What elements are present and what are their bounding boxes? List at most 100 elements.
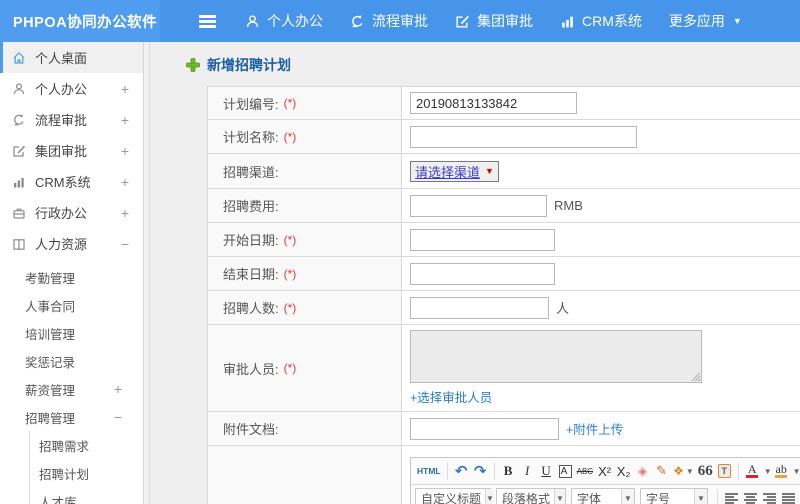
field-label: 计划名称: (*) (208, 120, 402, 153)
field-value (402, 87, 800, 119)
start-date-input[interactable] (410, 228, 555, 251)
sidebar-subitem-contracts[interactable]: 人事合同 (0, 291, 143, 319)
paste-icon[interactable]: T (717, 464, 731, 478)
topnav-personal-office[interactable]: 个人办公 (245, 11, 323, 31)
expand-plus-icon[interactable]: + (114, 381, 143, 397)
sidebar-item-personal-office[interactable]: 个人办公 + (0, 73, 143, 104)
approvers-textarea[interactable] (410, 330, 702, 383)
color-bar (746, 475, 759, 478)
font-family-dropdown[interactable]: 字体 ▼ (571, 487, 635, 504)
sidebar-item-workflow-approval[interactable]: 流程审批 + (0, 104, 143, 135)
font-color-button[interactable]: A (743, 461, 762, 482)
chevron-down-icon: ▼ (763, 466, 772, 476)
clear-format-icon[interactable]: ◈ (633, 461, 652, 482)
topnav-workflow-approval[interactable]: 流程审批 (350, 11, 428, 31)
select-approvers-link[interactable]: +选择审批人员 (410, 387, 492, 406)
attachment-input[interactable] (410, 417, 559, 440)
app-logo: PHPOA协同办公软件 (0, 0, 160, 42)
strikethrough-button[interactable]: ABC (575, 461, 595, 482)
underline-button[interactable]: U (537, 461, 556, 482)
form-row-plan-name: 计划名称: (*) (208, 120, 800, 154)
topnav-more-apps[interactable]: 更多应用 ▼ (669, 11, 742, 31)
align-left-icon (725, 492, 738, 504)
highlight-color-button[interactable]: ab (772, 461, 791, 482)
book-icon (12, 237, 28, 251)
format-painter-icon[interactable]: ❖ ▼ (671, 461, 696, 482)
undo-button[interactable]: ↶ (452, 461, 471, 482)
sidebar-item-admin-office[interactable]: 行政办公 + (0, 197, 143, 228)
fee-input[interactable] (410, 194, 547, 217)
topnav-group-approval[interactable]: 集团审批 (455, 11, 533, 31)
channel-select-value: 请选择渠道 (415, 164, 481, 180)
format-brush-icon[interactable]: ✎ (652, 461, 671, 482)
sidebar-subitem-talent-pool[interactable]: 人才库 (30, 487, 143, 504)
field-value: RMB (402, 189, 800, 222)
sidebar-subitem-recruit-plan[interactable]: 招聘计划 (30, 459, 143, 487)
align-justify-button[interactable] (779, 488, 798, 504)
recruitment-plan-form: 计划编号: (*) 计划名称: (*) 招聘渠道: 请选择渠道 (207, 86, 800, 504)
font-border-button[interactable]: A (558, 464, 572, 478)
superscript-button[interactable]: X² (595, 461, 614, 482)
sidebar-item-label: 集团审批 (35, 144, 88, 159)
form-row-channel: 招聘渠道: 请选择渠道 ▼ (208, 154, 800, 189)
form-row-fee: 招聘费用: RMB (208, 189, 800, 223)
topnav-label: 个人办公 (267, 13, 323, 29)
font-size-dropdown[interactable]: 字号 ▼ (640, 487, 708, 504)
sidebar-item-group-approval[interactable]: 集团审批 + (0, 135, 143, 166)
paragraph-format-dropdown[interactable]: 段落格式 ▼ (496, 487, 566, 504)
sidebar-subitem-recruit-demand[interactable]: 招聘需求 (30, 431, 143, 459)
field-value (402, 120, 800, 153)
expand-plus-icon[interactable]: + (121, 112, 129, 128)
required-mark: (*) (283, 266, 297, 281)
end-date-input[interactable] (410, 262, 555, 285)
redo-button[interactable]: ↷ (471, 461, 490, 482)
collapse-minus-icon[interactable]: − (114, 409, 143, 425)
expand-plus-icon[interactable]: + (121, 205, 129, 221)
sidebar-subitem-training[interactable]: 培训管理 (0, 319, 143, 347)
sidebar-subitem-attendance[interactable]: 考勤管理 (0, 263, 143, 291)
custom-title-dropdown[interactable]: 自定义标题 ▼ (415, 487, 494, 504)
form-row-attachment: 附件文档: +附件上传 (208, 412, 800, 446)
plan-name-input[interactable] (410, 125, 637, 148)
bold-button[interactable]: B (499, 461, 518, 482)
channel-select[interactable]: 请选择渠道 ▼ (410, 160, 499, 182)
field-value: 人 (402, 291, 800, 324)
expand-plus-icon[interactable]: + (121, 81, 129, 97)
align-right-button[interactable] (760, 488, 779, 504)
editor-toolbar-row1: HTML ↶ ↷ B I U A ABC X² X₂ ◈ ✎ ❖ ▼ 66 T … (411, 458, 800, 485)
sidebar-scrollbar[interactable] (143, 42, 150, 504)
subscript-button[interactable]: X₂ (614, 461, 633, 482)
briefcase-icon (12, 206, 28, 220)
form-row-start-date: 开始日期: (*) (208, 223, 800, 257)
sidebar-hr-submenu: 考勤管理 人事合同 培训管理 奖惩记录 薪资管理 + 招聘管理 − 招聘需求 招… (0, 259, 143, 504)
headcount-input[interactable] (410, 296, 549, 319)
expand-plus-icon[interactable]: + (121, 143, 129, 159)
topnav-crm-system[interactable]: CRM系统 (560, 11, 642, 31)
field-value: +选择审批人员 (402, 325, 800, 411)
sidebar-item-desktop[interactable]: 个人桌面 (0, 42, 143, 73)
expand-plus-icon[interactable]: + (121, 174, 129, 190)
plan-no-input[interactable] (410, 92, 577, 114)
hamburger-menu-icon[interactable] (198, 14, 218, 28)
form-row-approvers: 审批人员: (*) +选择审批人员 (208, 325, 800, 412)
sidebar-item-label: CRM系统 (35, 175, 91, 190)
blockquote-button[interactable]: 66 (696, 461, 715, 482)
chevron-down-icon: ▼ (694, 488, 707, 504)
field-label: 审批人员: (*) (208, 325, 402, 411)
home-icon (12, 51, 28, 65)
sidebar-subitem-salary[interactable]: 薪资管理 + (0, 375, 143, 403)
form-row-editor: HTML ↶ ↷ B I U A ABC X² X₂ ◈ ✎ ❖ ▼ 66 T … (208, 446, 800, 504)
sidebar-subitem-rewards[interactable]: 奖惩记录 (0, 347, 143, 375)
topnav-label: 集团审批 (477, 13, 533, 29)
collapse-minus-icon[interactable]: − (121, 236, 129, 252)
field-label: 招聘人数: (*) (208, 291, 402, 324)
attachment-upload-link[interactable]: +附件上传 (566, 419, 623, 438)
italic-button[interactable]: I (518, 461, 537, 482)
required-mark: (*) (283, 232, 297, 247)
html-source-button[interactable]: HTML (415, 461, 443, 482)
sidebar-item-crm[interactable]: CRM系统 + (0, 166, 143, 197)
align-center-button[interactable] (741, 488, 760, 504)
align-left-button[interactable] (722, 488, 741, 504)
sidebar-item-hr[interactable]: 人力资源 − (0, 228, 143, 259)
sidebar-subitem-recruitment[interactable]: 招聘管理 − (0, 403, 143, 431)
